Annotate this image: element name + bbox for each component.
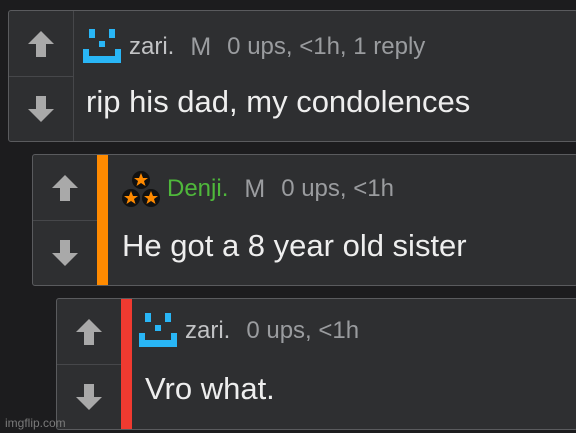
comment: Denji. M 0 ups, <1h He got a 8 year old … <box>32 154 576 286</box>
arrow-up-icon <box>52 174 78 201</box>
vote-column <box>9 11 74 141</box>
pixel-face-icon <box>83 29 121 63</box>
vote-column <box>57 299 122 429</box>
downvote-button[interactable] <box>33 220 97 285</box>
gender-badge: M <box>244 174 266 203</box>
arrow-up-icon <box>28 30 54 57</box>
comment-header: zari. 0 ups, <1h <box>139 313 359 349</box>
comment-meta: 0 ups, <1h <box>281 175 394 202</box>
comment: zari. M 0 ups, <1h, 1 reply rip his dad,… <box>8 10 576 142</box>
comment-text: rip his dad, my condolences <box>86 84 471 119</box>
upvote-button[interactable] <box>33 155 97 221</box>
arrow-down-icon <box>52 239 78 266</box>
username-link[interactable]: zari. <box>185 317 230 345</box>
reply-accent-bar <box>121 299 132 429</box>
downvote-button[interactable] <box>57 364 121 429</box>
comment-meta: 0 ups, <1h, 1 reply <box>227 33 426 60</box>
comment-header: zari. M 0 ups, <1h, 1 reply <box>83 29 425 65</box>
comment-header: Denji. M 0 ups, <1h <box>121 169 394 209</box>
username-link[interactable]: zari. <box>129 33 174 61</box>
downvote-button[interactable] <box>9 76 73 141</box>
comment: zari. 0 ups, <1h Vro what. <box>56 298 576 430</box>
watermark: imgflip.com <box>5 416 66 430</box>
upvote-button[interactable] <box>57 299 121 365</box>
arrow-up-icon <box>76 318 102 345</box>
triple-star-icon <box>122 171 160 207</box>
upvote-button[interactable] <box>9 11 73 77</box>
gender-badge: M <box>190 32 212 61</box>
comment-meta: 0 ups, <1h <box>246 317 360 344</box>
pixel-face-icon <box>139 313 177 347</box>
vote-column <box>33 155 98 285</box>
comment-text: He got a 8 year old sister <box>122 228 467 263</box>
comment-text: Vro what. <box>145 371 275 406</box>
arrow-down-icon <box>28 95 54 122</box>
username-link[interactable]: Denji. <box>167 175 228 203</box>
reply-accent-bar <box>97 155 108 285</box>
arrow-down-icon <box>76 383 102 410</box>
